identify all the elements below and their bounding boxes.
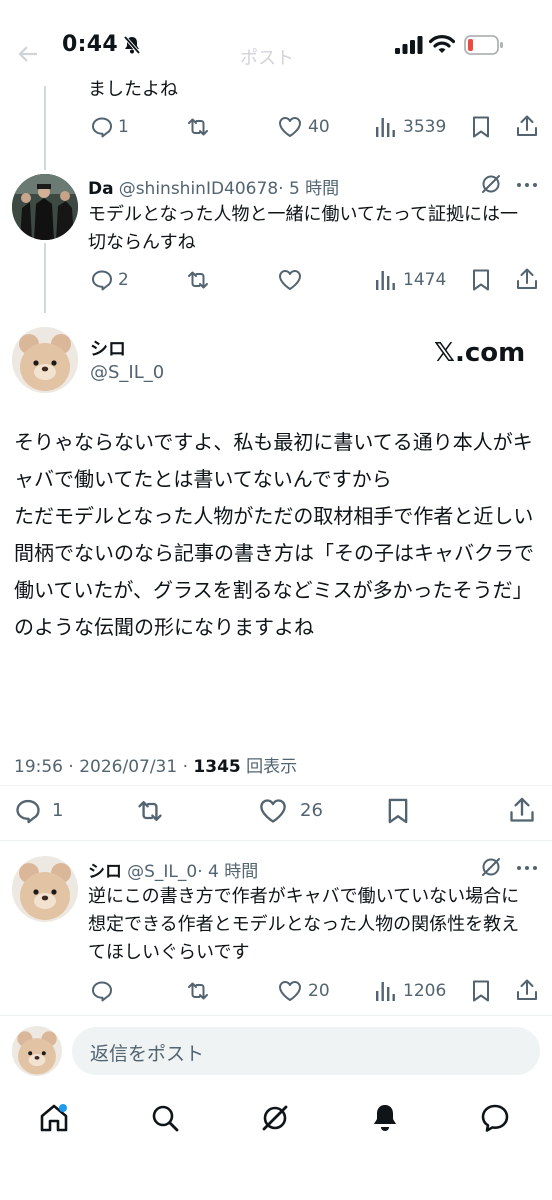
repost-icon[interactable]	[186, 115, 210, 139]
wifi-icon	[429, 35, 455, 54]
reply-count: 1	[118, 117, 129, 137]
messages-icon[interactable]	[480, 1103, 510, 1133]
reply-icon[interactable]	[90, 268, 114, 292]
views-label: 回表示	[240, 757, 298, 777]
xcom-watermark: 𝕏.com	[434, 338, 526, 368]
reply-icon[interactable]	[14, 797, 42, 825]
grok-icon[interactable]	[260, 1103, 290, 1133]
share-icon[interactable]	[508, 796, 536, 824]
like-count: 20	[308, 981, 330, 1001]
views-icon[interactable]	[374, 268, 396, 292]
tweet-reply-text: 逆にこの書き方で作者がキャバで働いていない場合に想定できる作者とモデルとなった人…	[88, 886, 520, 963]
views-count: 3539	[403, 117, 447, 137]
tweet-da-text: モデルとなった人物と一緒に働いてたって証拠には一切ならんすね	[88, 204, 519, 253]
battery-icon	[464, 34, 504, 56]
like-icon[interactable]	[259, 798, 287, 824]
avatar-shiro[interactable]	[12, 327, 78, 393]
like-icon[interactable]	[278, 980, 302, 1002]
thread-connector-line	[44, 243, 46, 313]
share-icon[interactable]	[515, 978, 539, 1002]
author-name[interactable]: Da	[88, 179, 114, 199]
views-count: 1474	[403, 270, 447, 290]
bookmark-icon[interactable]	[471, 979, 491, 1003]
thread-connector-line	[44, 86, 46, 170]
reply-icon[interactable]	[90, 115, 114, 139]
repost-icon[interactable]	[186, 268, 210, 292]
avatar-shiro[interactable]	[12, 856, 78, 922]
prev-tweet-text: ましたよね	[88, 79, 178, 100]
repost-icon[interactable]	[186, 979, 210, 1003]
bookmark-icon[interactable]	[471, 268, 491, 292]
repost-icon[interactable]	[136, 797, 164, 825]
signal-icon	[395, 36, 423, 54]
status-time: 0:44	[62, 32, 118, 57]
reply-count: 1	[52, 800, 64, 821]
author-name[interactable]: シロ	[90, 335, 126, 361]
more-options-icon[interactable]	[516, 865, 538, 871]
views-count: 1206	[403, 981, 447, 1001]
divider	[0, 785, 552, 786]
mute-bell-icon	[122, 35, 142, 55]
views-number: 1345	[193, 757, 241, 777]
notifications-icon[interactable]	[370, 1102, 400, 1134]
like-icon[interactable]	[278, 269, 302, 291]
like-count: 26	[300, 800, 323, 821]
share-icon[interactable]	[515, 267, 539, 291]
main-tweet-text: そりゃならないですよ、私も最初に書いてる通り本人がキャバで働いてたとは書いてない…	[14, 430, 534, 639]
back-arrow-icon[interactable]	[16, 44, 40, 64]
faded-page-title: ポスト	[240, 48, 294, 69]
views-icon[interactable]	[374, 115, 396, 139]
more-options-icon[interactable]	[516, 182, 538, 188]
grok-icon[interactable]	[480, 173, 502, 195]
main-tweet-meta: 19:56 · 2026/07/31 · 1345 回表示	[14, 752, 297, 777]
grok-icon[interactable]	[480, 856, 502, 878]
author-handle[interactable]: @shinshinID40678	[119, 179, 278, 199]
reply-icon[interactable]	[90, 979, 114, 1003]
divider	[0, 840, 552, 841]
bookmark-icon[interactable]	[471, 115, 491, 139]
author-handle[interactable]: @S_IL_0	[90, 362, 164, 383]
tweet-reply-header: シロ @S_IL_0· 4 時間	[88, 857, 258, 882]
my-avatar[interactable]	[12, 1026, 62, 1076]
tweet-da-header: Da @shinshinID40678· 5 時間	[88, 174, 339, 199]
like-count: 40	[308, 117, 330, 137]
avatar-da[interactable]	[12, 174, 78, 240]
home-icon[interactable]	[38, 1102, 70, 1134]
reply-count: 2	[118, 270, 129, 290]
search-icon[interactable]	[150, 1103, 180, 1133]
tweet-timestamp[interactable]: 19:56 · 2026/07/31 ·	[14, 757, 193, 777]
reply-placeholder: 返信をポスト	[90, 1043, 205, 1065]
tweet-time: · 5 時間	[278, 179, 340, 199]
author-handle[interactable]: @S_IL_0	[127, 862, 197, 882]
bookmark-icon[interactable]	[386, 797, 410, 825]
divider	[0, 1015, 552, 1016]
share-icon[interactable]	[515, 114, 539, 138]
views-icon[interactable]	[374, 979, 396, 1003]
like-icon[interactable]	[278, 116, 302, 138]
author-name[interactable]: シロ	[88, 862, 122, 882]
tweet-time: · 4 時間	[197, 862, 259, 882]
